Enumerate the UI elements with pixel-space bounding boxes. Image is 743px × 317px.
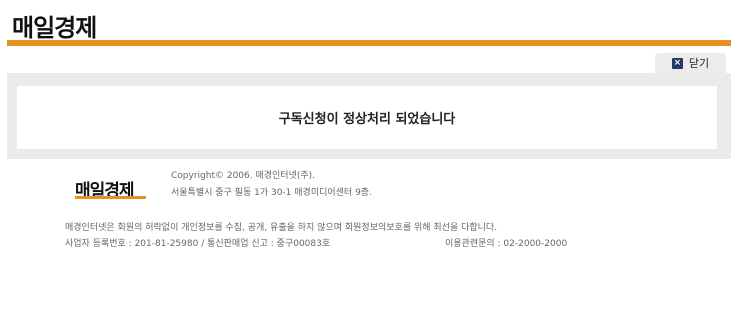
privacy-notice: 매경인터넷은 회원의 허락없이 개인정보를 수집, 공개, 유출을 하지 않으며…	[65, 223, 498, 233]
close-button[interactable]: × 닫기	[655, 53, 726, 73]
business-registration: 사업자 등록번호 : 201-81-25980 / 통신판매업 신고 : 중구0…	[65, 239, 331, 249]
footer-logo-underline	[75, 196, 146, 199]
copyright-text: Copyright© 2006. 매경인터넷(주).	[171, 171, 316, 181]
message-box: 구독신청이 정상처리 되었습니다	[17, 86, 717, 149]
close-button-label: 닫기	[688, 57, 710, 70]
close-icon: ×	[671, 57, 683, 69]
address-text: 서울특별시 중구 필동 1가 30-1 매경미디어센터 9층.	[171, 188, 372, 198]
site-logo: 매일경제	[12, 14, 97, 42]
confirmation-message: 구독신청이 정상처리 되었습니다	[278, 112, 456, 127]
inquiry-phone: 이용관련문의 : 02-2000-2000	[445, 239, 568, 249]
header-divider	[7, 40, 731, 46]
